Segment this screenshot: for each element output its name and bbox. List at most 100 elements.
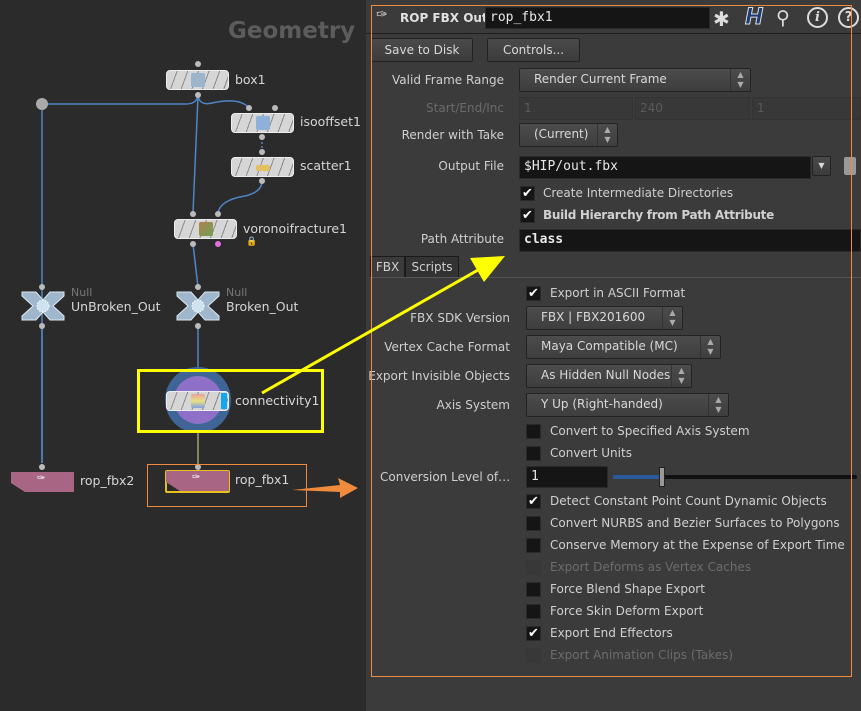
fbx-option-label: Force Blend Shape Export [550,582,705,596]
node-label: isooffset1 [300,114,361,129]
conversion-level-field[interactable]: 1 [526,466,608,488]
export-ascii-label: Export in ASCII Format [550,286,686,300]
dropdown-value: (Current) [534,127,589,141]
node-box1[interactable] [166,70,229,90]
node-voronoifracture1[interactable] [174,219,237,239]
gear-icon[interactable]: ✱ [713,7,730,31]
highlight-box [137,369,324,433]
file-chooser-icon[interactable] [844,157,856,175]
search-icon[interactable]: ⚲ [776,7,790,29]
create-dirs-label: Create Intermediate Directories [543,186,734,200]
node-label: rop_fbx2 [80,473,135,488]
vertex-cache-dropdown[interactable]: Maya Compatible (MC) ▲ ▼ [526,335,721,359]
updown-arrow-icon: ▲ ▼ [730,69,750,91]
conversion-level-slider[interactable] [613,467,857,487]
fbx-option-label: Export End Effectors [550,626,673,640]
fbx-option-checkbox[interactable] [526,582,541,597]
create-dirs-checkbox[interactable]: ✔ [520,186,535,201]
dot-node [36,98,48,110]
fbx-option-checkbox [526,648,541,663]
valid-frame-range-label: Valid Frame Range [392,73,504,87]
updown-arrow-icon: ▲ ▼ [662,307,682,329]
output-file-field[interactable]: $HIP/out.fbx [519,156,811,179]
axis-system-dropdown[interactable]: Y Up (Right-handed) ▲ ▼ [526,393,729,417]
render-with-take-dropdown[interactable]: (Current) ▲ ▼ [519,123,618,147]
help-icon[interactable]: ? [838,7,859,28]
fbx-option-label: Force Skin Deform Export [550,604,704,618]
node-label: box1 [235,72,266,87]
updown-arrow-icon: ▲ ▼ [597,124,617,146]
fbx-option-label: Export Animation Clips (Takes) [550,648,734,662]
wire [217,180,263,214]
box-icon [191,73,205,87]
fbx-option-label: Conserve Memory at the Expense of Export… [550,538,845,552]
save-to-disk-button[interactable]: Save to Disk [371,38,473,62]
dropdown-value: Maya Compatible (MC) [541,339,678,353]
conversion-level-label: Conversion Level of D... [380,470,512,484]
info-icon[interactable]: i [807,7,828,28]
controls-button[interactable]: Controls... [487,38,580,62]
fbx-option-checkbox[interactable] [526,538,541,553]
node-broken-out[interactable] [177,292,220,320]
node-label: Broken_Out [226,299,299,314]
updown-arrow-icon: ▲ ▼ [671,365,691,387]
output-file-label: Output File [438,159,504,173]
node-unbroken-out[interactable] [22,292,65,320]
fbx-option-checkbox[interactable] [526,516,541,531]
voronoi-icon [199,222,213,236]
fbx-option-checkbox[interactable] [526,604,541,619]
path-attribute-label: Path Attribute [420,232,504,246]
wire [192,243,199,288]
start-end-inc-label: Start/End/Inc [426,101,504,115]
output-file-menu-button[interactable]: ▼ [812,156,831,176]
rop-fbx-icon: ✑ [37,473,46,484]
fbx-option-checkbox[interactable]: ✔ [526,626,541,641]
wire [197,95,250,109]
dropdown-value: Y Up (Right-handed) [541,397,663,411]
fbx-option-label: Detect Constant Point Count Dynamic Obje… [550,494,827,508]
wire [192,95,199,214]
axis-system-label: Axis System [436,398,510,412]
build-hierarchy-checkbox[interactable]: ✔ [520,208,535,223]
divider [366,33,861,34]
node-label: UnBroken_Out [71,299,161,314]
invisible-objects-dropdown[interactable]: As Hidden Null Nodes ▲ ▼ [526,364,692,388]
convert-axis-checkbox[interactable] [526,424,541,439]
fbx-option-label: Convert NURBS and Bezier Surfaces to Pol… [550,516,840,530]
path-attribute-field[interactable]: class [519,229,861,252]
render-with-take-label: Render with Take [401,128,504,142]
dropdown-value: Render Current Frame [534,72,667,86]
isooffset-icon [256,116,270,130]
export-ascii-checkbox[interactable]: ✔ [526,286,541,301]
convert-units-checkbox[interactable] [526,446,541,461]
fbx-option-label: Export Deforms as Vertex Caches [550,560,752,574]
slider-handle[interactable] [658,467,665,487]
node-isooffset1[interactable] [231,113,294,133]
slider-fill [613,475,662,479]
updown-arrow-icon: ▲ ▼ [700,336,720,358]
dropdown-value: FBX | FBX201600 [541,310,646,324]
vertex-cache-label: Vertex Cache Format [384,340,510,354]
dropdown-value: As Hidden Null Nodes [541,368,671,382]
tab-scripts[interactable]: Scripts [405,256,459,277]
sdk-version-dropdown[interactable]: FBX | FBX201600 ▲ ▼ [526,306,683,330]
node-type: Null [226,286,248,299]
fbx-option-checkbox[interactable]: ✔ [526,494,541,509]
houdini-help-icon[interactable]: H [744,5,763,31]
selected-node-box [147,464,307,507]
valid-frame-range-dropdown[interactable]: Render Current Frame ▲ ▼ [519,68,751,92]
tab-divider [370,277,861,278]
inc-field[interactable]: 1 [752,97,861,120]
node-scatter1[interactable] [231,157,294,177]
build-hierarchy-label: Build Hierarchy from Path Attribute [543,208,774,222]
node-name-field[interactable]: rop_fbx1 [485,7,710,29]
rop-fbx-node-icon[interactable]: ✑ [376,7,394,29]
node-type: Null [71,286,93,299]
end-field[interactable]: 240 [635,97,750,120]
network-editor[interactable]: Geometry box1 isooffset1 scatter1 vorono… [0,0,366,711]
lock-icon[interactable]: 🔒 [246,237,257,247]
fbx-option-checkbox [526,560,541,575]
start-field[interactable]: 1 [519,97,633,120]
node-label: scatter1 [300,158,352,173]
tab-fbx[interactable]: FBX [370,256,405,277]
